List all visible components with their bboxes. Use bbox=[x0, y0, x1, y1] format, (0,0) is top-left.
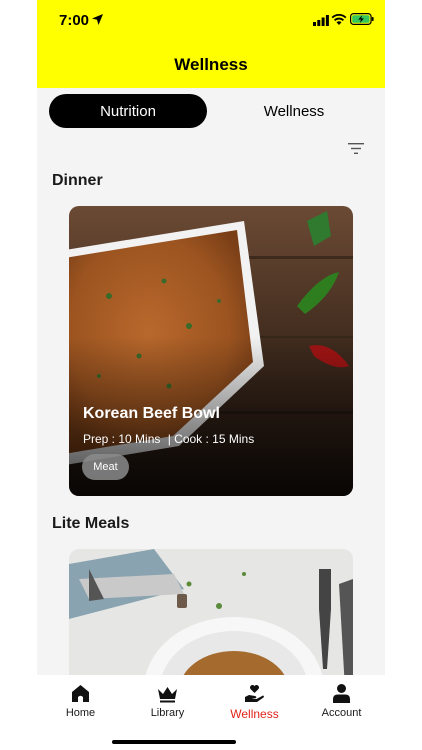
page-title: Wellness bbox=[174, 55, 248, 74]
cook-time: | Cook : 15 Mins bbox=[167, 432, 255, 446]
home-icon bbox=[72, 685, 89, 702]
tab-account[interactable]: Account bbox=[298, 675, 385, 731]
tab-library[interactable]: Library bbox=[124, 675, 211, 731]
location-arrow-icon bbox=[92, 14, 103, 25]
bottom-tab-bar: Home Library Wellness Account bbox=[37, 675, 385, 750]
crown-icon bbox=[158, 687, 177, 703]
app-screen: 7:00 Wellness Nutrition Wellness Dinner … bbox=[37, 0, 385, 750]
tab-wellness[interactable]: Wellness bbox=[211, 675, 298, 731]
recipe-photo bbox=[69, 206, 353, 496]
filter-icon[interactable] bbox=[348, 142, 364, 155]
battery-charging-icon bbox=[350, 13, 374, 25]
category-tag: Meat bbox=[82, 454, 129, 480]
person-icon bbox=[333, 684, 350, 703]
segment-wellness[interactable]: Wellness bbox=[215, 94, 373, 128]
recipe-card[interactable] bbox=[69, 549, 353, 689]
tab-label: Home bbox=[65, 707, 96, 719]
tab-label: Wellness bbox=[230, 707, 279, 721]
header-bar: 7:00 Wellness bbox=[37, 0, 385, 88]
cellular-signal-icon bbox=[313, 15, 329, 26]
recipe-card[interactable]: Korean Beef Bowl Prep : 10 Mins | Cook :… bbox=[69, 206, 353, 496]
section-title-dinner: Dinner bbox=[52, 172, 103, 189]
prep-time: Prep : 10 Mins bbox=[83, 432, 161, 446]
segment-control: Nutrition Wellness bbox=[49, 94, 373, 128]
wifi-icon bbox=[331, 13, 347, 25]
tab-label: Account bbox=[321, 707, 362, 719]
section-title-lite-meals: Lite Meals bbox=[52, 515, 130, 532]
recipe-photo bbox=[69, 549, 353, 689]
recipe-times: Prep : 10 Mins | Cook : 15 Mins bbox=[83, 432, 254, 446]
tab-label: Library bbox=[150, 707, 185, 719]
segment-nutrition[interactable]: Nutrition bbox=[49, 94, 207, 128]
heart-hand-icon bbox=[245, 685, 264, 702]
tab-home[interactable]: Home bbox=[37, 675, 124, 731]
recipe-title: Korean Beef Bowl bbox=[83, 405, 220, 422]
home-indicator[interactable] bbox=[112, 740, 236, 744]
status-time: 7:00 bbox=[59, 12, 90, 29]
